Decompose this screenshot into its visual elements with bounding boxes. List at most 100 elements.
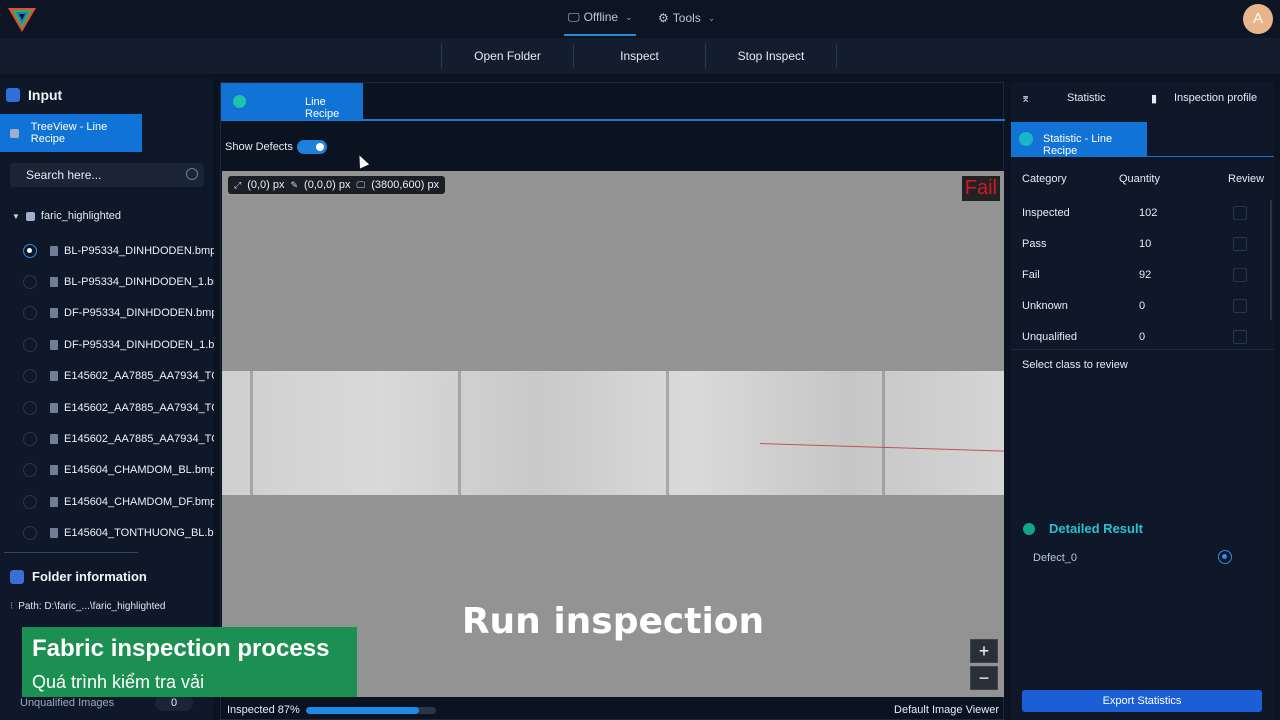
image-viewer[interactable]: ⤢ (0,0) px ✎ (0,0,0) px 🖵 (3800,600) px … (222, 171, 1004, 697)
tab-statistic[interactable]: Statistic (1067, 92, 1106, 104)
inspect-button[interactable]: Inspect (573, 44, 705, 68)
row-quantity: 102 (1139, 207, 1158, 219)
input-title: Input (6, 87, 62, 103)
list-item[interactable]: E145602_AA7885_AA7934_TON (0, 423, 214, 454)
file-radio[interactable] (23, 494, 37, 509)
list-item[interactable]: E145602_AA7885_AA7934_TON (0, 361, 214, 392)
file-radio[interactable] (23, 369, 37, 384)
list-item[interactable]: E145604_CHAMDOM_DF.bmp (0, 486, 214, 517)
file-radio[interactable] (23, 400, 37, 415)
header-quantity: Quantity (1119, 173, 1160, 185)
list-item[interactable]: E145604_CHAMDOM_BL.bmp (0, 455, 214, 486)
tab-inspection-profile[interactable]: Inspection profile (1174, 92, 1257, 104)
offline-menu[interactable]: 🖵 Offline ⌄ (564, 0, 636, 36)
file-radio[interactable] (23, 275, 37, 290)
cube-icon (10, 128, 19, 138)
search-placeholder: Search here... (26, 168, 102, 182)
chevron-down-icon: ⌄ (707, 12, 716, 23)
locate-target-icon[interactable] (1218, 550, 1232, 564)
open-folder-button[interactable]: Open Folder (441, 44, 573, 68)
fabric-fold (666, 371, 669, 495)
app-logo (8, 8, 36, 32)
row-category: Inspected (1022, 207, 1070, 219)
mouse-cursor (354, 153, 370, 169)
list-item[interactable]: DF-P95334_DINHDODEN_1.bmp (0, 329, 214, 360)
inspection-status: Inspected 87% (227, 704, 300, 716)
file-radio[interactable] (23, 432, 37, 447)
tab-treeview[interactable]: TreeView - Line Recipe (0, 114, 142, 152)
folder-path-text: Path: D:\faric_...\faric_highlighted (18, 601, 166, 612)
path-icon: ⁝ (10, 601, 14, 612)
chevron-down-icon: ⌄ (625, 11, 633, 22)
file-icon (50, 308, 58, 319)
search-input[interactable]: Search here... (10, 163, 204, 187)
progress-fill (306, 707, 420, 714)
caption-title: Fabric inspection process (32, 635, 330, 662)
file-name: DF-P95334_DINHDODEN_1.bmp (64, 338, 214, 351)
table-row: Unknown 0 (1011, 297, 1274, 317)
list-item[interactable]: BL-P95334_DINHDODEN_1.bmp (0, 266, 214, 297)
file-radio[interactable] (23, 337, 37, 352)
scrollbar[interactable] (1270, 200, 1272, 320)
defect-item[interactable]: Defect_0 (1033, 552, 1077, 564)
file-name: BL-P95334_DINHDODEN_1.bmp (64, 276, 214, 289)
file-icon (50, 402, 58, 413)
review-checkbox[interactable] (1233, 206, 1247, 220)
tree-root-node[interactable]: ▼ faric_highlighted (12, 210, 121, 222)
fabric-fold (250, 371, 253, 495)
tools-menu[interactable]: ⚙ Tools ⌄ (656, 0, 720, 36)
file-radio[interactable] (23, 243, 37, 258)
fabric-fold (882, 371, 885, 495)
row-quantity: 10 (1139, 238, 1152, 250)
file-radio[interactable] (23, 306, 37, 321)
tab-line-recipe[interactable]: Line Recipe (221, 83, 363, 120)
offline-label: Offline (583, 10, 619, 24)
fail-badge: Fail (961, 176, 1000, 201)
list-item[interactable]: DF-P95334_DINHDODEN.bmp (0, 298, 214, 329)
header-category: Category (1022, 173, 1067, 185)
review-checkbox[interactable] (1233, 268, 1247, 282)
file-list: BL-P95334_DINHDODEN.bmp BL-P95334_DINHDOD… (0, 235, 214, 549)
file-icon (50, 339, 58, 350)
file-name: E145602_AA7885_AA7934_TON (64, 433, 214, 446)
tab-statistic-line-recipe[interactable]: Statistic - Line Recipe (1011, 122, 1147, 157)
review-checkbox[interactable] (1233, 299, 1247, 313)
table-row: Inspected 102 (1011, 204, 1274, 224)
folder-info-title: Folder information (10, 569, 147, 584)
table-row: Pass 10 (1011, 235, 1274, 255)
detailed-result-title: Detailed Result (1023, 521, 1143, 536)
file-icon (50, 434, 58, 445)
zoom-out-button[interactable]: − (970, 666, 998, 690)
stop-inspect-button[interactable]: Stop Inspect (705, 44, 837, 68)
avatar[interactable]: A (1243, 4, 1273, 34)
header-review: Review (1228, 173, 1265, 185)
zoom-in-button[interactable]: + (970, 639, 998, 663)
row-quantity: 92 (1139, 269, 1152, 281)
file-name: E145604_TONTHUONG_BL.bmp (64, 527, 214, 540)
caption-subtitle: Quá trình kiểm tra vải (32, 672, 205, 692)
expand-triangle-icon[interactable]: ▼ (12, 212, 20, 221)
search-icon[interactable] (186, 168, 198, 180)
review-checkbox[interactable] (1233, 330, 1247, 344)
pen-icon: ✎ (290, 179, 299, 190)
table-row: Fail 92 (1011, 266, 1274, 286)
result-icon (1023, 522, 1035, 535)
list-item[interactable]: BL-P95334_DINHDODEN.bmp (0, 235, 214, 266)
row-category: Unknown (1022, 300, 1068, 312)
show-defects-toggle[interactable] (297, 140, 327, 154)
file-radio[interactable] (23, 526, 37, 541)
fabric-image (222, 371, 1004, 495)
unqualified-value: 0 (155, 695, 193, 711)
export-statistics-button[interactable]: Export Statistics (1022, 690, 1262, 712)
row-quantity: 0 (1139, 331, 1146, 343)
list-item[interactable]: E145604_TONTHUONG_BL.bmp (0, 518, 214, 549)
top-bar: 🖵 Offline ⌄ ⚙ Tools ⌄ A (0, 0, 1280, 38)
file-icon (50, 496, 58, 507)
list-item[interactable]: E145602_AA7885_AA7934_TON (0, 392, 214, 423)
table-row: Unqualified 0 (1011, 328, 1274, 348)
review-checkbox[interactable] (1233, 237, 1247, 251)
row-category: Pass (1022, 238, 1047, 250)
monitor-icon: 🖵 (568, 9, 580, 24)
file-radio[interactable] (23, 463, 37, 478)
coord-pixel: (0,0,0) px (304, 179, 351, 191)
